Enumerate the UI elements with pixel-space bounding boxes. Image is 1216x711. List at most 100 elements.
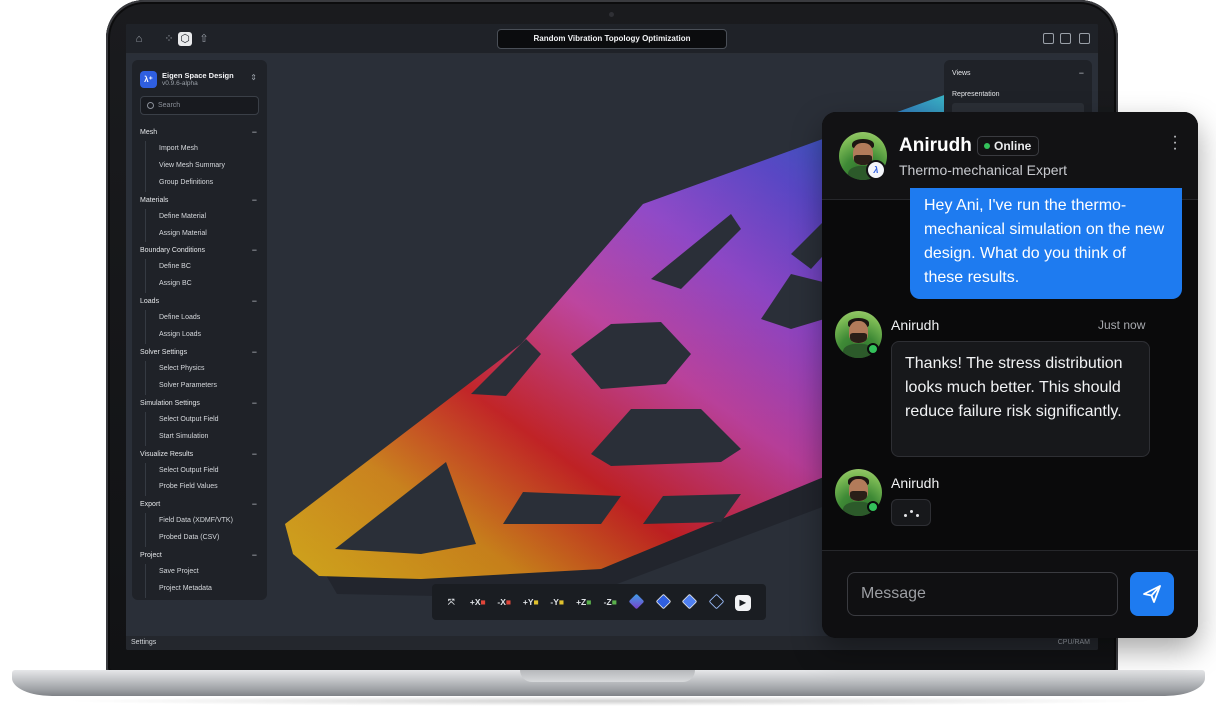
view-minus-x-button[interactable]: -X■ bbox=[491, 591, 518, 613]
sidebar-item-save-project[interactable]: Save Project bbox=[145, 564, 259, 582]
search-icon bbox=[147, 102, 154, 109]
online-dot bbox=[867, 501, 879, 513]
app-badge-icon: λ bbox=[866, 160, 886, 180]
collapse-icon[interactable]: − bbox=[252, 124, 257, 141]
group-label: Solver Settings bbox=[140, 349, 188, 357]
collapse-icon[interactable]: − bbox=[252, 344, 257, 361]
sender-name: Anirudh bbox=[891, 317, 940, 333]
sidebar-item-select-output-field-2[interactable]: Select Output Field bbox=[145, 462, 259, 480]
sidebar: λ⁺ Eigen Space Design v0.9.6-alpha ⇕ Sea… bbox=[132, 60, 267, 600]
collapse-icon[interactable]: − bbox=[1079, 68, 1084, 78]
incoming-message: Thanks! The stress distribution looks mu… bbox=[891, 341, 1150, 457]
group-label: Export bbox=[140, 501, 161, 509]
settings-link[interactable]: Settings bbox=[131, 639, 156, 646]
sidebar-item-start-simulation[interactable]: Start Simulation bbox=[145, 428, 259, 446]
sidebar-item-view-mesh-summary[interactable]: View Mesh Summary bbox=[145, 157, 259, 175]
collapse-icon[interactable]: − bbox=[252, 496, 257, 513]
view-minus-z-button[interactable]: -Z■ bbox=[597, 591, 624, 613]
mesh-icon[interactable]: ⁘ bbox=[162, 32, 176, 46]
top-bar: ⌂ ⁘ ⬡ ⇧ Random Vibration Topology Optimi… bbox=[126, 24, 1098, 54]
sidebar-item-solver-parameters[interactable]: Solver Parameters bbox=[145, 377, 259, 395]
view-plus-x-button[interactable]: +X■ bbox=[465, 591, 492, 613]
sidebar-group-export[interactable]: Export − bbox=[140, 496, 259, 513]
laptop-notch bbox=[520, 670, 695, 682]
axis-label: +Y bbox=[522, 597, 534, 607]
sidebar-item-assign-material[interactable]: Assign Material bbox=[145, 225, 259, 243]
left-panel-toggle-icon[interactable] bbox=[1043, 33, 1054, 44]
brand[interactable]: λ⁺ Eigen Space Design v0.9.6-alpha ⇕ bbox=[140, 68, 259, 90]
sidebar-item-define-material[interactable]: Define Material bbox=[145, 208, 259, 226]
collapse-icon[interactable]: − bbox=[252, 446, 257, 463]
project-title: Random Vibration Topology Optimization bbox=[497, 29, 727, 49]
sidebar-group-loads[interactable]: Loads − bbox=[140, 293, 259, 310]
sidebar-item-assign-loads[interactable]: Assign Loads bbox=[145, 327, 259, 345]
message-timestamp: Just now bbox=[1098, 318, 1146, 332]
sidebar-group-mesh[interactable]: Mesh − bbox=[140, 124, 259, 141]
view-toolbar: ⤧ +X■ -X■ +Y■ -Y■ +Z■ -Z■ ▶ bbox=[432, 584, 766, 620]
surface-render-icon[interactable] bbox=[624, 591, 651, 613]
wireframe-cube-icon[interactable] bbox=[703, 591, 730, 613]
share-icon[interactable]: ⇧ bbox=[197, 32, 211, 46]
representation-label: Representation bbox=[952, 91, 1000, 98]
camera bbox=[609, 12, 614, 17]
right-panel-toggle-icon[interactable] bbox=[1079, 33, 1090, 44]
brand-version: v0.9.6-alpha bbox=[162, 79, 198, 87]
group-label: Simulation Settings bbox=[140, 399, 200, 407]
collapse-icon[interactable]: − bbox=[252, 242, 257, 259]
sidebar-item-select-physics[interactable]: Select Physics bbox=[145, 361, 259, 378]
sidebar-item-probed-data[interactable]: Probed Data (CSV) bbox=[145, 530, 259, 548]
bottom-panel-toggle-icon[interactable] bbox=[1060, 33, 1071, 44]
typing-sender-name: Anirudh bbox=[891, 475, 940, 491]
solid-cube-icon[interactable] bbox=[650, 591, 677, 613]
axis-label: +X bbox=[469, 597, 481, 607]
sidebar-group-visualize-results[interactable]: Visualize Results − bbox=[140, 446, 259, 463]
send-icon bbox=[1143, 585, 1161, 603]
axis-label: -X bbox=[497, 597, 506, 607]
group-label: Boundary Conditions bbox=[140, 247, 205, 255]
play-icon[interactable]: ▶ bbox=[730, 591, 757, 613]
message-composer bbox=[822, 550, 1198, 638]
cube-swatch bbox=[655, 593, 672, 610]
axis-marker-icon: ■ bbox=[505, 597, 512, 607]
sidebar-item-define-bc[interactable]: Define BC bbox=[145, 259, 259, 277]
sidebar-group-project[interactable]: Project − bbox=[140, 547, 259, 564]
view-plus-z-button[interactable]: +Z■ bbox=[571, 591, 598, 613]
sidebar-group-simulation-settings[interactable]: Simulation Settings − bbox=[140, 395, 259, 412]
shaded-cube-icon[interactable] bbox=[677, 591, 704, 613]
status-bar: Settings CPU/RAM bbox=[126, 636, 1098, 650]
axis-label: -Y bbox=[550, 597, 559, 607]
fit-view-icon[interactable]: ⤧ bbox=[438, 591, 465, 613]
online-dot bbox=[867, 343, 879, 355]
axis-marker-icon: ■ bbox=[611, 597, 617, 607]
search-input[interactable]: Search bbox=[140, 96, 259, 115]
send-button[interactable] bbox=[1130, 572, 1174, 616]
more-options-icon[interactable]: · · · bbox=[1172, 129, 1178, 157]
collapse-icon[interactable]: − bbox=[252, 293, 257, 310]
brand-name: Eigen Space Design bbox=[162, 70, 234, 80]
axis-label: -Z bbox=[603, 597, 612, 607]
sidebar-item-group-definitions[interactable]: Group Definitions bbox=[145, 174, 259, 192]
sidebar-item-select-output-field[interactable]: Select Output Field bbox=[145, 411, 259, 429]
message-input[interactable] bbox=[847, 572, 1118, 616]
collapse-icon[interactable]: − bbox=[252, 547, 257, 564]
chat-header: λ Anirudh Online Thermo-mechanical Exper… bbox=[822, 112, 1198, 200]
view-plus-y-button[interactable]: +Y■ bbox=[518, 591, 545, 613]
sidebar-item-define-loads[interactable]: Define Loads bbox=[145, 310, 259, 328]
chevron-updown-icon[interactable]: ⇕ bbox=[250, 73, 257, 82]
sidebar-item-probe-field-values[interactable]: Probe Field Values bbox=[145, 479, 259, 497]
cube-icon[interactable]: ⬡ bbox=[178, 32, 192, 46]
sidebar-item-project-metadata[interactable]: Project Metadata bbox=[145, 581, 259, 598]
collapse-icon[interactable]: − bbox=[252, 192, 257, 209]
sidebar-group-solver-settings[interactable]: Solver Settings − bbox=[140, 344, 259, 361]
sidebar-nav: Mesh − Import Mesh View Mesh Summary Grou… bbox=[140, 124, 259, 598]
sidebar-item-field-data[interactable]: Field Data (XDMF/VTK) bbox=[145, 513, 259, 531]
sidebar-group-boundary-conditions[interactable]: Boundary Conditions − bbox=[140, 242, 259, 259]
search-placeholder: Search bbox=[158, 102, 181, 109]
sidebar-group-materials[interactable]: Materials − bbox=[140, 192, 259, 209]
home-icon[interactable]: ⌂ bbox=[132, 32, 146, 46]
sidebar-item-import-mesh[interactable]: Import Mesh bbox=[145, 141, 259, 158]
sidebar-item-assign-bc[interactable]: Assign BC bbox=[145, 276, 259, 294]
axis-label: +Z bbox=[576, 597, 587, 607]
view-minus-y-button[interactable]: -Y■ bbox=[544, 591, 571, 613]
collapse-icon[interactable]: − bbox=[252, 395, 257, 412]
